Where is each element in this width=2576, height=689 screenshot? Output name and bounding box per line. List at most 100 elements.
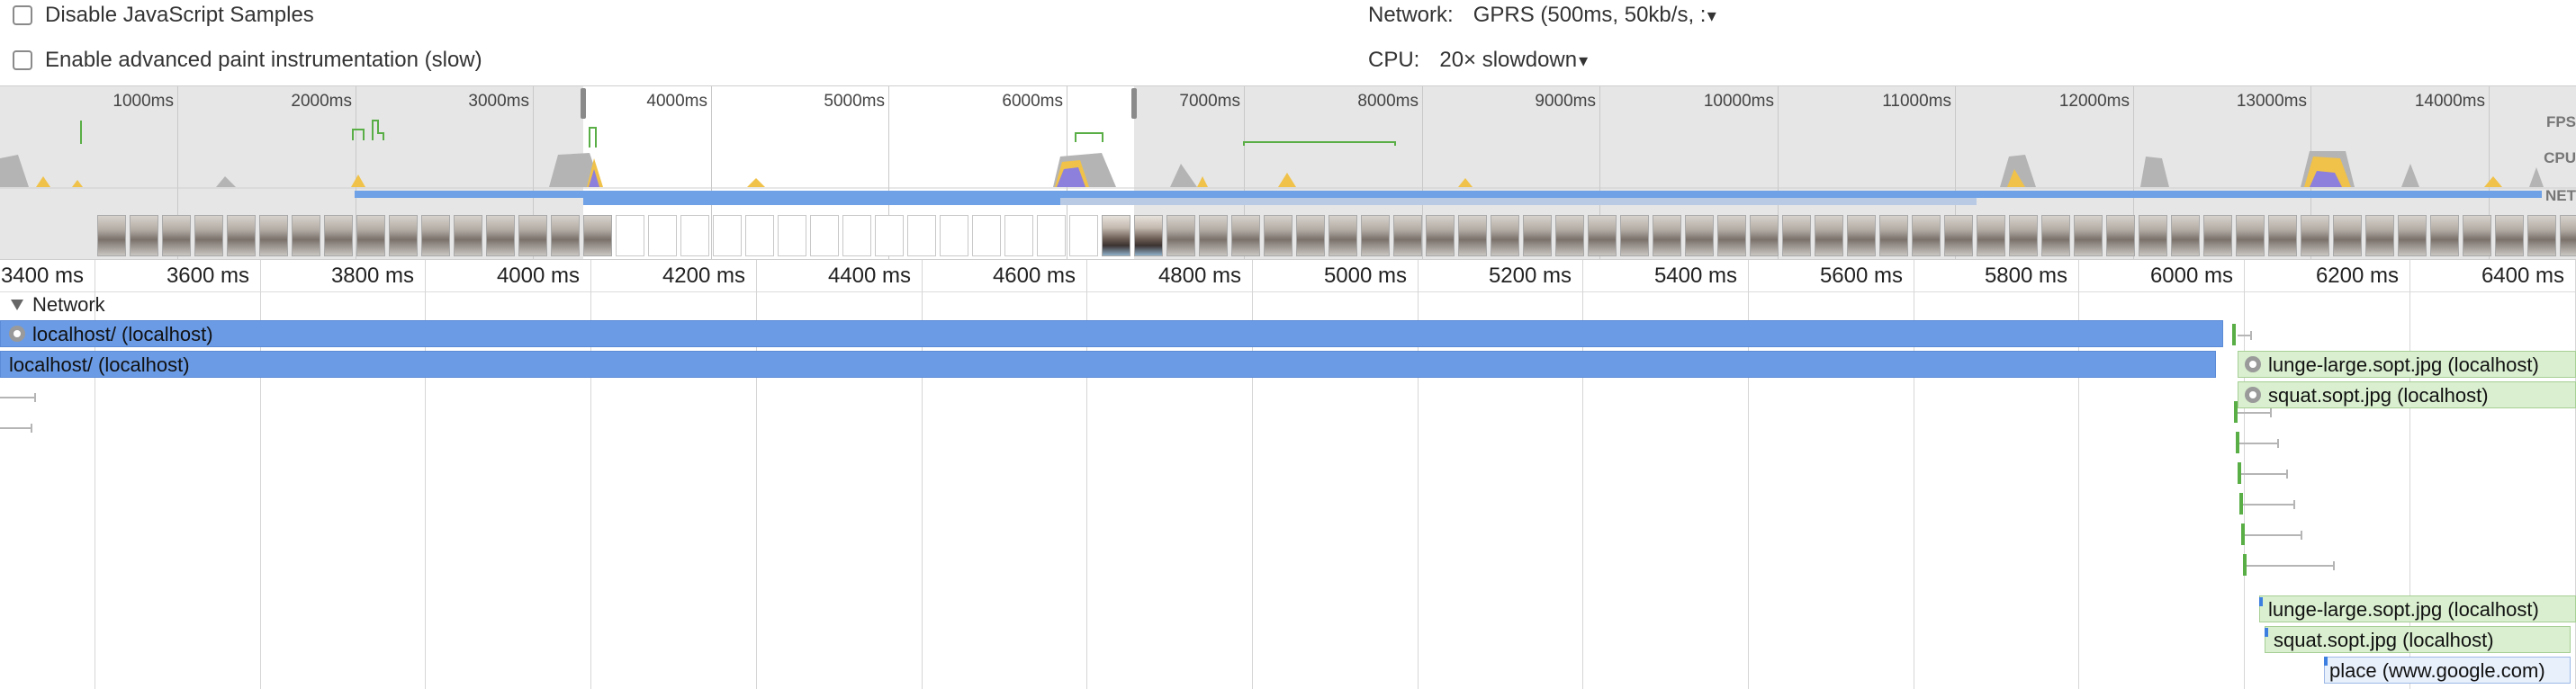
filmstrip-frame[interactable] <box>1069 215 1098 256</box>
network-request-row[interactable]: lunge-large.sopt.jpg (localhost) <box>2259 595 2576 622</box>
filmstrip-frame[interactable] <box>1717 215 1746 256</box>
filmstrip-frame[interactable] <box>940 215 968 256</box>
network-request-row[interactable]: squat.sopt.jpg (localhost) <box>2265 626 2571 653</box>
filmstrip-frame[interactable] <box>2333 215 2362 256</box>
network-track-header[interactable]: Network <box>11 291 105 318</box>
filmstrip-frame[interactable] <box>616 215 644 256</box>
filmstrip-frame[interactable] <box>713 215 742 256</box>
filmstrip-frame[interactable] <box>1458 215 1487 256</box>
filmstrip-frame[interactable] <box>518 215 547 256</box>
filmstrip-frame[interactable] <box>1555 215 1584 256</box>
chevron-down-icon[interactable]: ▾ <box>1707 4 1716 27</box>
filmstrip-frame[interactable] <box>2009 215 2038 256</box>
filmstrip-frame[interactable] <box>1329 215 1357 256</box>
disable-js-samples-row[interactable]: Disable JavaScript Samples <box>13 2 314 29</box>
overview-right-handle[interactable] <box>1131 88 1137 119</box>
filmstrip-frame[interactable] <box>2236 215 2265 256</box>
filmstrip-frame[interactable] <box>1393 215 1422 256</box>
filmstrip-frame[interactable] <box>907 215 936 256</box>
filmstrip-frame[interactable] <box>1620 215 1649 256</box>
filmstrip-frame[interactable] <box>1653 215 1681 256</box>
filmstrip-frame[interactable] <box>2139 215 2167 256</box>
filmstrip-frame[interactable] <box>1685 215 1714 256</box>
filmstrip-frame[interactable] <box>421 215 450 256</box>
filmstrip-frame[interactable] <box>1102 215 1130 256</box>
filmstrip-frame[interactable] <box>2171 215 2200 256</box>
filmstrip-frame[interactable] <box>1264 215 1293 256</box>
filmstrip-frame[interactable] <box>1037 215 1066 256</box>
filmstrip-frame[interactable] <box>2268 215 2297 256</box>
filmstrip-frame[interactable] <box>162 215 191 256</box>
filmstrip-frame[interactable] <box>486 215 515 256</box>
network-request-row[interactable]: localhost/ (localhost) <box>0 320 2223 347</box>
advanced-paint-checkbox[interactable] <box>13 50 32 70</box>
filmstrip-frame[interactable] <box>1166 215 1195 256</box>
filmstrip-frame[interactable] <box>2074 215 2103 256</box>
filmstrip-frame[interactable] <box>1296 215 1325 256</box>
filmstrip-frame[interactable] <box>583 215 612 256</box>
request-bar[interactable] <box>0 351 2216 378</box>
filmstrip-frame[interactable] <box>810 215 839 256</box>
filmstrip-frame[interactable] <box>1134 215 1163 256</box>
filmstrip-frame[interactable] <box>130 215 158 256</box>
filmstrip-frame[interactable] <box>2106 215 2135 256</box>
filmstrip-frame[interactable] <box>2398 215 2427 256</box>
filmstrip-frame[interactable] <box>1879 215 1908 256</box>
screenshot-filmstrip[interactable] <box>0 208 2576 259</box>
filmstrip-frame[interactable] <box>1750 215 1779 256</box>
filmstrip-frame[interactable] <box>1004 215 1033 256</box>
filmstrip-frame[interactable] <box>1912 215 1941 256</box>
filmstrip-frame[interactable] <box>1815 215 1843 256</box>
filmstrip-frame[interactable] <box>389 215 418 256</box>
filmstrip-frame[interactable] <box>356 215 385 256</box>
chevron-down-icon[interactable]: ▾ <box>1579 49 1588 72</box>
filmstrip-frame[interactable] <box>454 215 482 256</box>
network-throttle-select[interactable]: GPRS (500ms, 50kb/s, : <box>1473 3 1706 28</box>
filmstrip-frame[interactable] <box>778 215 806 256</box>
filmstrip-frame[interactable] <box>875 215 904 256</box>
cpu-throttle-select[interactable]: 20× slowdown <box>1439 48 1577 73</box>
filmstrip-frame[interactable] <box>194 215 223 256</box>
filmstrip-frame[interactable] <box>1361 215 1390 256</box>
disable-js-samples-checkbox[interactable] <box>13 5 32 25</box>
network-request-row[interactable]: localhost/ (localhost) <box>0 351 2216 378</box>
filmstrip-frame[interactable] <box>745 215 774 256</box>
filmstrip-frame[interactable] <box>1977 215 2005 256</box>
filmstrip-frame[interactable] <box>2365 215 2394 256</box>
network-request-row[interactable]: place (www.google.com) <box>2324 657 2571 684</box>
timeline-overview[interactable]: 1000ms 2000ms 3000ms 4000ms 5000ms 6000ms 7000… <box>0 85 2576 260</box>
filmstrip-frame[interactable] <box>842 215 871 256</box>
filmstrip-frame[interactable] <box>1199 215 1228 256</box>
filmstrip-frame[interactable] <box>259 215 288 256</box>
filmstrip-frame[interactable] <box>227 215 256 256</box>
filmstrip-frame[interactable] <box>2463 215 2491 256</box>
disclosure-triangle-icon[interactable] <box>11 300 23 310</box>
filmstrip-frame[interactable] <box>680 215 709 256</box>
network-request-row[interactable]: lunge-large.sopt.jpg (localhost) <box>2238 351 2576 378</box>
filmstrip-frame[interactable] <box>1588 215 1617 256</box>
filmstrip-frame[interactable] <box>2301 215 2329 256</box>
filmstrip-frame[interactable] <box>1523 215 1552 256</box>
filmstrip-frame[interactable] <box>1491 215 1519 256</box>
filmstrip-frame[interactable] <box>1847 215 1876 256</box>
filmstrip-frame[interactable] <box>292 215 320 256</box>
filmstrip-frame[interactable] <box>972 215 1001 256</box>
filmstrip-frame[interactable] <box>2041 215 2070 256</box>
filmstrip-frame[interactable] <box>551 215 580 256</box>
overview-left-handle[interactable] <box>581 88 586 119</box>
request-bar[interactable] <box>0 320 2223 347</box>
filmstrip-frame[interactable] <box>1231 215 1260 256</box>
filmstrip-frame[interactable] <box>2527 215 2556 256</box>
filmstrip-frame[interactable] <box>97 215 126 256</box>
filmstrip-frame[interactable] <box>1782 215 1811 256</box>
filmstrip-frame[interactable] <box>2430 215 2459 256</box>
filmstrip-frame[interactable] <box>2560 215 2576 256</box>
network-request-row[interactable]: squat.sopt.jpg (localhost) <box>2238 381 2576 408</box>
filmstrip-frame[interactable] <box>2203 215 2232 256</box>
filmstrip-frame[interactable] <box>1944 215 1973 256</box>
filmstrip-frame[interactable] <box>648 215 677 256</box>
filmstrip-frame[interactable] <box>1426 215 1455 256</box>
advanced-paint-row[interactable]: Enable advanced paint instrumentation (s… <box>13 47 482 74</box>
filmstrip-frame[interactable] <box>324 215 353 256</box>
filmstrip-frame[interactable] <box>2495 215 2524 256</box>
